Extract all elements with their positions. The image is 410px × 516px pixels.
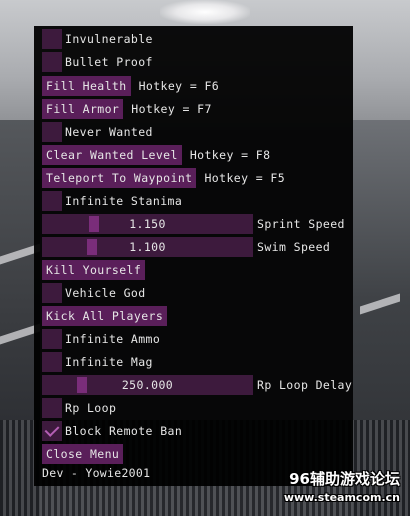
infinite-mag-label: Infinite Mag (65, 355, 153, 369)
mod-menu-window: Invulnerable Bullet Proof Fill Health Ho… (34, 26, 353, 486)
infinite-ammo-label: Infinite Ammo (65, 332, 161, 346)
block-remote-ban-row[interactable]: Block Remote Ban (42, 421, 182, 441)
never-wanted-label: Never Wanted (65, 125, 153, 139)
rp-loop-row[interactable]: Rp Loop (42, 398, 116, 418)
infinite-mag-row[interactable]: Infinite Mag (42, 352, 153, 372)
close-menu-row: Close Menu (42, 444, 124, 464)
rp-loop-checkbox[interactable] (42, 398, 62, 418)
clear-wanted-level-button[interactable]: Clear Wanted Level (42, 145, 182, 165)
teleport-to-waypoint-button[interactable]: Teleport To Waypoint (42, 168, 197, 188)
teleport-row: Teleport To Waypoint Hotkey = F5 (42, 168, 285, 188)
never-wanted-row[interactable]: Never Wanted (42, 122, 153, 142)
fill-armor-button[interactable]: Fill Armor (42, 99, 124, 119)
kill-yourself-row: Kill Yourself (42, 260, 146, 280)
vehicle-god-checkbox[interactable] (42, 283, 62, 303)
infinite-stamina-checkbox[interactable] (42, 191, 62, 211)
infinite-stamina-row[interactable]: Infinite Stanima (42, 191, 182, 211)
sprint-speed-value: 1.150 (129, 217, 166, 231)
clear-wanted-hotkey: Hotkey = F8 (189, 148, 271, 162)
infinite-ammo-checkbox[interactable] (42, 329, 62, 349)
bullet-proof-row[interactable]: Bullet Proof (42, 52, 153, 72)
bullet-proof-label: Bullet Proof (65, 55, 153, 69)
vehicle-god-row[interactable]: Vehicle God (42, 283, 146, 303)
fill-armor-hotkey: Hotkey = F7 (131, 102, 212, 116)
rp-loop-delay-row: 250.000 Rp Loop Delay (42, 375, 352, 395)
block-remote-ban-checkbox[interactable] (42, 421, 62, 441)
never-wanted-checkbox[interactable] (42, 122, 62, 142)
watermark-url: www.steamcom.cn (283, 491, 400, 504)
site-watermark: 96辅助游戏论坛 www.steamcom.cn (284, 468, 400, 504)
developer-credit: Dev - Yowie2001 (42, 466, 151, 480)
fill-armor-row: Fill Armor Hotkey = F7 (42, 99, 212, 119)
swim-speed-row: 1.100 Swim Speed (42, 237, 330, 257)
swim-speed-slider[interactable]: 1.100 (42, 237, 253, 257)
infinite-stamina-label: Infinite Stanima (65, 194, 183, 208)
sprint-speed-row: 1.150 Sprint Speed (42, 214, 345, 234)
clear-wanted-row: Clear Wanted Level Hotkey = F8 (42, 145, 270, 165)
close-menu-button[interactable]: Close Menu (42, 444, 124, 464)
background-light (160, 0, 250, 24)
kick-all-row: Kick All Players (42, 306, 168, 326)
bullet-proof-checkbox[interactable] (42, 52, 62, 72)
kick-all-players-button[interactable]: Kick All Players (42, 306, 168, 326)
invulnerable-row[interactable]: Invulnerable (42, 29, 153, 49)
invulnerable-checkbox[interactable] (42, 29, 62, 49)
swim-speed-value: 1.100 (129, 240, 166, 254)
infinite-ammo-row[interactable]: Infinite Ammo (42, 329, 160, 349)
sprint-speed-slider[interactable]: 1.150 (42, 214, 253, 234)
fill-health-button[interactable]: Fill Health (42, 76, 131, 96)
infinite-mag-checkbox[interactable] (42, 352, 62, 372)
kill-yourself-button[interactable]: Kill Yourself (42, 260, 146, 280)
rp-loop-delay-label: Rp Loop Delay (257, 378, 353, 392)
rp-loop-label: Rp Loop (65, 401, 117, 415)
watermark-title: 96辅助游戏论坛 (289, 470, 400, 488)
vehicle-god-label: Vehicle God (65, 286, 146, 300)
swim-speed-label: Swim Speed (257, 240, 331, 254)
block-remote-ban-label: Block Remote Ban (65, 424, 183, 438)
rp-loop-delay-slider[interactable]: 250.000 (42, 375, 253, 395)
rp-loop-delay-value: 250.000 (121, 378, 174, 392)
fill-health-row: Fill Health Hotkey = F6 (42, 76, 219, 96)
invulnerable-label: Invulnerable (65, 32, 153, 46)
fill-health-hotkey: Hotkey = F6 (138, 79, 220, 93)
teleport-hotkey: Hotkey = F5 (204, 171, 286, 185)
sprint-speed-label: Sprint Speed (257, 217, 345, 231)
